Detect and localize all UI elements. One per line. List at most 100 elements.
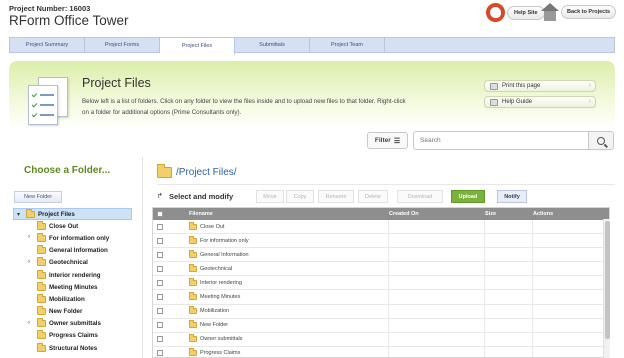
- table-row[interactable]: Progress Claims: [153, 346, 609, 357]
- column-actions: Actions: [533, 211, 554, 217]
- folder-icon: [189, 292, 197, 301]
- tab-project-summary[interactable]: Project Summary: [10, 38, 85, 52]
- path-text[interactable]: /Project Files/: [176, 167, 237, 178]
- table-row[interactable]: Interior rendering: [153, 276, 609, 291]
- download-button[interactable]: Download: [397, 190, 443, 203]
- back-to-projects-button[interactable]: Back to Projects: [561, 5, 617, 19]
- tree-item[interactable]: Meeting Minutes: [13, 281, 132, 293]
- tree-item[interactable]: New Folder: [13, 306, 132, 318]
- row-filename[interactable]: Interior rendering: [200, 280, 242, 286]
- table-row[interactable]: New Folder: [153, 318, 609, 333]
- folder-panel: Choose a Folder... New Folder ▾ Project …: [9, 157, 133, 358]
- row-checkbox[interactable]: [157, 223, 163, 230]
- tree-item-label: Owner submittals: [49, 320, 101, 328]
- row-filename[interactable]: Mobilization: [200, 308, 229, 314]
- print-page-button[interactable]: Print this page ›: [484, 80, 596, 92]
- new-folder-button[interactable]: New Folder: [14, 191, 62, 203]
- row-checkbox[interactable]: [157, 279, 163, 286]
- divider: [157, 184, 615, 185]
- tab-project-files[interactable]: Project Files: [160, 38, 235, 55]
- select-all-checkbox[interactable]: [157, 211, 163, 217]
- back-to-projects-link[interactable]: Back to Projects: [541, 3, 617, 21]
- tab-project-team[interactable]: Project Team: [310, 38, 385, 52]
- lifebuoy-icon: [486, 3, 505, 22]
- chevron-right-icon[interactable]: ›: [28, 320, 30, 326]
- tree-item-label: Close Out: [49, 222, 79, 230]
- project-tabs: Project Summary Project Forms Project Fi…: [9, 37, 615, 55]
- filter-label: Filter: [374, 137, 391, 144]
- row-checkbox[interactable]: [157, 265, 163, 272]
- folder-icon: [189, 235, 197, 244]
- row-checkbox[interactable]: [157, 237, 163, 244]
- table-row[interactable]: Owner submittals: [153, 332, 609, 347]
- delete-button[interactable]: Delete: [358, 190, 388, 203]
- table-row[interactable]: Geotechnical: [153, 262, 609, 277]
- panel-divider: [142, 157, 143, 358]
- tree-item[interactable]: › For information only: [13, 232, 132, 244]
- row-checkbox[interactable]: [157, 336, 163, 343]
- help-site-button[interactable]: Help Site: [507, 5, 545, 20]
- chevron-right-icon: ›: [588, 98, 591, 105]
- tree-item-project-files[interactable]: ▾ Project Files: [13, 208, 132, 221]
- tree-item-label: New Folder: [49, 308, 83, 316]
- row-filename[interactable]: General Information: [200, 252, 249, 258]
- search-button[interactable]: [588, 131, 614, 150]
- tree-item[interactable]: Interior rendering: [13, 269, 132, 281]
- upload-button[interactable]: Upload: [451, 190, 485, 203]
- row-filename[interactable]: Geotechnical: [200, 266, 232, 272]
- row-filename[interactable]: For information only: [200, 238, 249, 244]
- table-scrollbar[interactable]: [603, 219, 610, 358]
- folder-icon: [189, 221, 197, 230]
- tree-item[interactable]: › Owner submittals: [13, 318, 132, 330]
- tree-item[interactable]: Structural Notes: [13, 342, 132, 354]
- chevron-right-icon[interactable]: ›: [28, 234, 30, 240]
- notify-button[interactable]: Notify: [497, 190, 527, 203]
- row-checkbox[interactable]: [157, 308, 163, 315]
- move-button[interactable]: Move: [256, 190, 284, 203]
- select-arrow-icon: ↱: [157, 193, 163, 200]
- table-row[interactable]: Meeting Minutes: [153, 290, 609, 305]
- folder-icon: [37, 318, 46, 328]
- folder-icon: [37, 257, 46, 267]
- filter-button[interactable]: Filter ☰: [367, 132, 408, 149]
- column-size[interactable]: Size: [485, 208, 533, 220]
- row-checkbox[interactable]: [157, 294, 163, 301]
- folder-icon: [37, 330, 46, 340]
- tree-item[interactable]: Close Out: [13, 220, 132, 232]
- filter-icon: ☰: [393, 137, 401, 145]
- tree-item[interactable]: Mobilization: [13, 293, 132, 305]
- row-filename[interactable]: Owner submittals: [200, 336, 243, 342]
- row-checkbox[interactable]: [157, 322, 163, 329]
- chevron-down-icon[interactable]: ▾: [17, 211, 20, 218]
- copy-button[interactable]: Copy: [286, 190, 314, 203]
- row-filename[interactable]: Meeting Minutes: [200, 294, 240, 300]
- rename-button[interactable]: Rename: [318, 190, 354, 203]
- folder-icon: [189, 320, 197, 329]
- row-checkbox[interactable]: [157, 350, 163, 357]
- folder-icon: [37, 220, 46, 230]
- tree-item[interactable]: Progress Claims: [13, 330, 132, 342]
- row-checkbox[interactable]: [157, 251, 163, 258]
- chevron-right-icon[interactable]: ›: [28, 259, 30, 265]
- search-input[interactable]: [413, 131, 589, 150]
- tree-item[interactable]: General Information: [13, 245, 132, 257]
- tab-submittals[interactable]: Submittals: [235, 38, 310, 52]
- column-filename[interactable]: Filename: [189, 208, 389, 220]
- project-name: RForm Office Tower: [9, 13, 129, 28]
- tree-item-label: General Information: [49, 247, 108, 255]
- table-row[interactable]: For information only: [153, 234, 609, 249]
- table-row[interactable]: Close Out: [153, 220, 609, 235]
- row-filename[interactable]: New Folder: [200, 322, 228, 328]
- tree-item-label: Project Files: [38, 210, 75, 218]
- tree-item[interactable]: › Geotechnical: [13, 257, 132, 269]
- row-filename[interactable]: Close Out: [200, 224, 224, 230]
- tab-project-forms[interactable]: Project Forms: [85, 38, 160, 52]
- folder-icon: [189, 249, 197, 258]
- column-created-on[interactable]: Created On: [389, 208, 485, 220]
- table-row[interactable]: General Information: [153, 248, 609, 263]
- row-filename[interactable]: Progress Claims: [200, 350, 240, 356]
- help-site-link[interactable]: Help Site: [486, 3, 545, 22]
- scrollbar-thumb[interactable]: [605, 221, 610, 339]
- table-row[interactable]: Mobilization: [153, 304, 609, 319]
- help-guide-button[interactable]: Help Guide ›: [484, 96, 596, 108]
